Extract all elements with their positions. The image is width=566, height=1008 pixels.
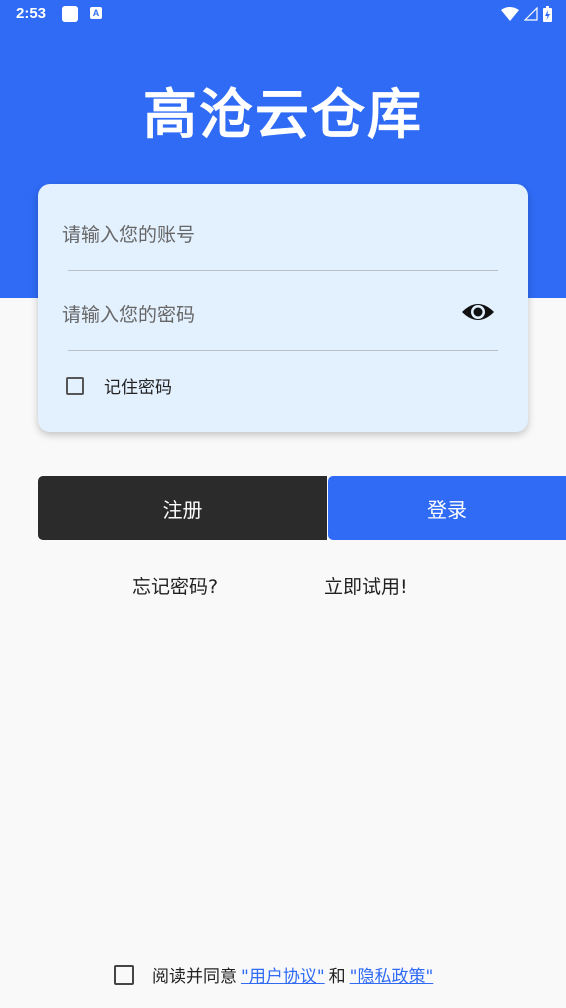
agreement-row: 阅读并同意 "用户协议" 和 "隐私政策" (114, 962, 433, 987)
account-divider (68, 270, 498, 271)
app-title: 高沧云仓库 (143, 83, 423, 146)
notification-icon (62, 6, 78, 22)
agreement-prefix: 阅读并同意 (152, 967, 237, 987)
agreement-and: 和 (328, 967, 346, 987)
user-agreement-link[interactable]: "用户协议" (241, 962, 325, 987)
account-input[interactable]: 请输入您的账号 (62, 220, 195, 247)
password-divider (68, 350, 498, 351)
remember-password-toggle[interactable]: 记住密码 (66, 373, 172, 398)
agreement-checkbox[interactable] (114, 964, 134, 985)
battery-icon (543, 6, 552, 22)
free-trial-link[interactable]: 立即试用! (324, 572, 408, 599)
eye-icon[interactable] (460, 296, 496, 328)
forgot-password-link[interactable]: 忘记密码? (132, 572, 218, 599)
password-input[interactable]: 请输入您的密码 (62, 300, 195, 327)
login-card: 请输入您的账号 请输入您的密码 记住密码 (38, 184, 528, 432)
status-bar: 2:53 A (0, 0, 566, 30)
status-icons (501, 6, 552, 22)
remember-password-label: 记住密码 (104, 378, 172, 398)
register-button[interactable]: 注册 (38, 476, 327, 540)
login-button[interactable]: 登录 (328, 476, 566, 540)
wifi-icon (501, 7, 519, 21)
checkbox-icon[interactable] (66, 376, 84, 395)
app-notification-icon: A (90, 7, 102, 19)
status-time: 2:53 (16, 5, 47, 22)
privacy-policy-link[interactable]: "隐私政策" (350, 962, 434, 987)
signal-icon (524, 7, 538, 21)
